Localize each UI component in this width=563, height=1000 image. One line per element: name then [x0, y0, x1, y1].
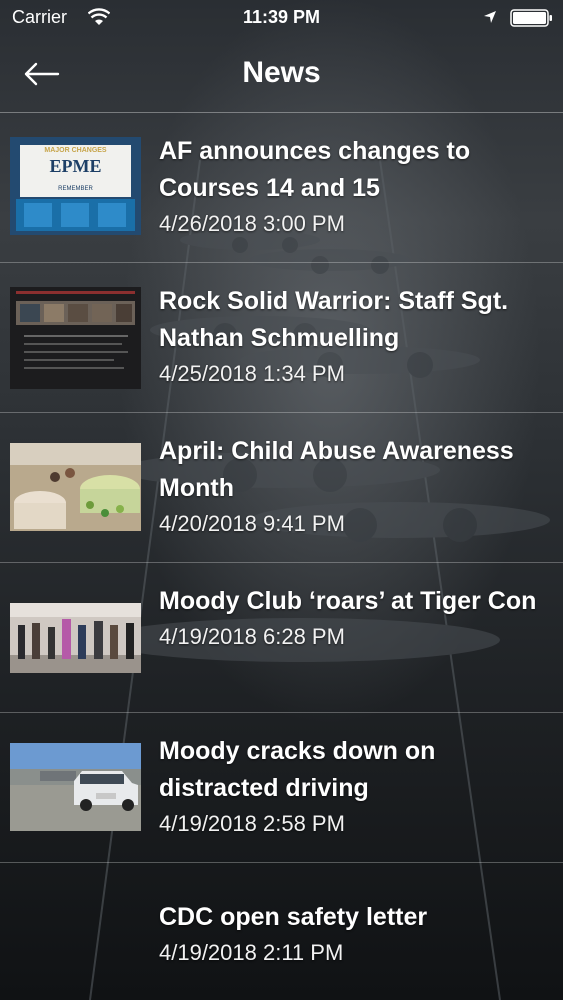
- news-text: Moody cracks down on distracted driving …: [159, 733, 557, 841]
- news-thumbnail-tigercon: [10, 603, 141, 673]
- news-item[interactable]: Moody Club ‘roars’ at Tiger Con 4/19/201…: [0, 563, 563, 713]
- news-item[interactable]: April: Child Abuse Awareness Month 4/20/…: [0, 413, 563, 563]
- thumbnail-caption-2: EPME: [49, 156, 102, 176]
- news-title: April: Child Abuse Awareness Month: [159, 437, 514, 502]
- nav-bar: News: [0, 36, 563, 113]
- news-item[interactable]: MAJOR CHANGES EPME REMEMBER AF announces…: [0, 113, 563, 263]
- news-date: 4/26/2018 3:00 PM: [159, 211, 345, 236]
- news-title: Moody cracks down on distracted driving: [159, 737, 436, 802]
- news-text: April: Child Abuse Awareness Month 4/20/…: [159, 433, 557, 541]
- news-thumbnail-warrior: [10, 287, 141, 389]
- news-item[interactable]: Rock Solid Warrior: Staff Sgt. Nathan Sc…: [0, 263, 563, 413]
- page-title: News: [242, 56, 321, 89]
- news-list: MAJOR CHANGES EPME REMEMBER AF announces…: [0, 113, 563, 1000]
- battery-icon: [510, 9, 552, 27]
- news-date: 4/19/2018 2:11 PM: [159, 940, 344, 965]
- thumbnail-caption-1: MAJOR CHANGES: [44, 147, 107, 154]
- news-title: Rock Solid Warrior: Staff Sgt. Nathan Sc…: [159, 287, 509, 352]
- news-date: 4/25/2018 1:34 PM: [159, 361, 345, 386]
- news-date: 4/19/2018 2:58 PM: [159, 811, 345, 836]
- thumbnail-caption-3: REMEMBER: [58, 186, 93, 192]
- news-item[interactable]: CDC open safety letter 4/19/2018 2:11 PM: [0, 863, 563, 1000]
- news-item[interactable]: Moody cracks down on distracted driving …: [0, 713, 563, 863]
- news-text: AF announces changes to Courses 14 and 1…: [159, 133, 557, 241]
- news-title: AF announces changes to Courses 14 and 1…: [159, 137, 471, 202]
- news-thumbnail-pinwheels: [10, 443, 141, 531]
- news-text: CDC open safety letter 4/19/2018 2:11 PM: [159, 899, 557, 970]
- location-arrow-icon: [484, 11, 496, 23]
- news-date: 4/20/2018 9:41 PM: [159, 511, 345, 536]
- news-screen: Carrier 11:39 PM News MAJOR CHANGES EPME…: [0, 0, 563, 1000]
- news-text: Moody Club ‘roars’ at Tiger Con 4/19/201…: [159, 583, 557, 654]
- news-text: Rock Solid Warrior: Staff Sgt. Nathan Sc…: [159, 283, 557, 391]
- news-date: 4/19/2018 6:28 PM: [159, 624, 345, 649]
- status-bar: Carrier 11:39 PM: [0, 0, 563, 36]
- news-thumbnail-car: [10, 743, 141, 831]
- status-time: 11:39 PM: [242, 7, 321, 27]
- news-title: Moody Club ‘roars’ at Tiger Con: [159, 587, 537, 615]
- news-title: CDC open safety letter: [159, 903, 428, 931]
- news-thumbnail-epme: MAJOR CHANGES EPME REMEMBER: [10, 137, 141, 235]
